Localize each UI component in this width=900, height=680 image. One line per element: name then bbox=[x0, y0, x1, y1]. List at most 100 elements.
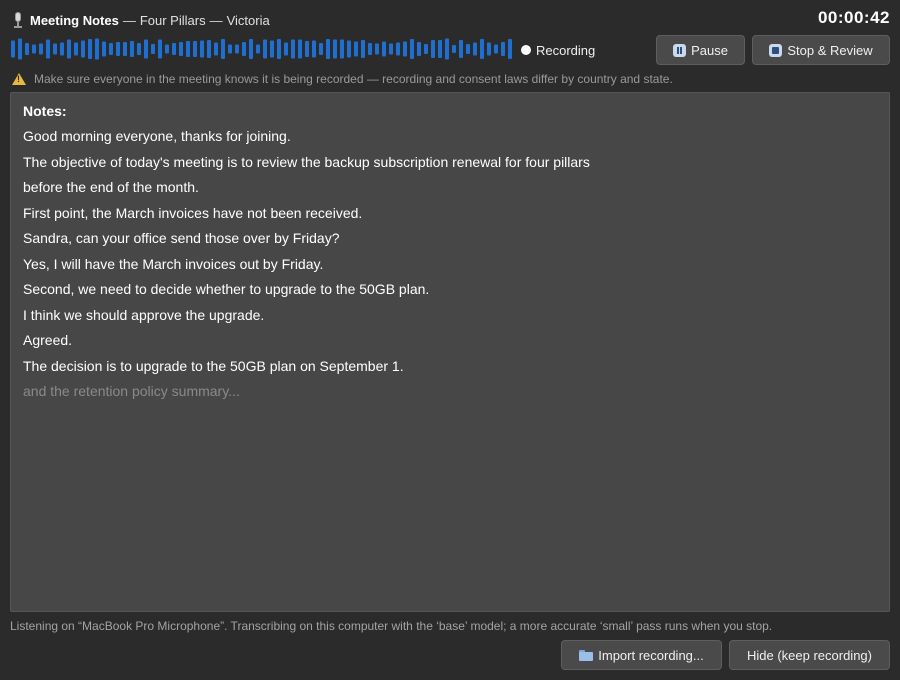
waveform-bar bbox=[431, 40, 435, 58]
waveform-bar bbox=[263, 39, 267, 59]
waveform-bar bbox=[312, 40, 316, 58]
window-title: Meeting Notes — Four Pillars — Victoria bbox=[12, 10, 270, 30]
waveform-bar bbox=[137, 43, 141, 55]
waveform-bar bbox=[172, 43, 176, 55]
waveform-bar bbox=[284, 42, 288, 56]
waveform-bar bbox=[333, 39, 337, 59]
waveform-bar bbox=[508, 39, 512, 59]
waveform-bar bbox=[60, 42, 64, 56]
pause-button[interactable]: Pause bbox=[656, 35, 745, 65]
notes-line: Sandra, can your office send those over … bbox=[23, 230, 340, 246]
waveform-bar bbox=[151, 44, 155, 54]
notes-line: I think we should approve the upgrade. bbox=[23, 306, 265, 323]
waveform-bar bbox=[11, 40, 15, 58]
waveform-bar bbox=[221, 39, 225, 59]
waveform-bar bbox=[186, 41, 190, 57]
notes-pending-text: and the retention policy summary... bbox=[23, 383, 240, 399]
waveform-bar bbox=[67, 39, 71, 59]
notes-label: Notes: bbox=[23, 103, 67, 119]
waveform-bar bbox=[438, 40, 442, 58]
waveform-bar bbox=[305, 41, 309, 57]
waveform-bar bbox=[130, 41, 134, 57]
waveform-bar bbox=[473, 42, 477, 56]
waveform-bar bbox=[102, 41, 106, 57]
waveform-bar bbox=[158, 39, 162, 59]
waveform-bar bbox=[347, 40, 351, 58]
waveform-bar bbox=[326, 39, 330, 59]
waveform-bar bbox=[452, 45, 456, 53]
notes-line: The decision is to upgrade to the 50GB p… bbox=[23, 357, 404, 374]
notes-line: Agreed. bbox=[23, 332, 73, 348]
waveform-bar bbox=[410, 39, 414, 59]
waveform-bar bbox=[214, 42, 218, 56]
waveform-bar bbox=[480, 39, 484, 59]
notes-line: Second, we need to decide whether to upg… bbox=[23, 281, 430, 297]
waveform-bar bbox=[81, 40, 85, 58]
waveform-bar bbox=[207, 40, 211, 58]
waveform-bar bbox=[501, 42, 505, 56]
waveform-bar bbox=[424, 44, 428, 54]
waveform-bar bbox=[95, 38, 99, 60]
waveform-bar bbox=[116, 42, 120, 56]
app-name: Meeting Notes bbox=[30, 12, 119, 28]
consent-warning-text: Make sure everyone in the meeting knows … bbox=[34, 72, 673, 86]
waveform-bar bbox=[291, 39, 295, 59]
hide-keep-recording-button[interactable]: Hide (keep recording) bbox=[729, 640, 890, 670]
waveform-bar bbox=[228, 44, 232, 54]
waveform-bar bbox=[396, 42, 400, 56]
audio-waveform bbox=[11, 38, 512, 60]
waveform-bar bbox=[179, 42, 183, 56]
waveform-bar bbox=[277, 39, 281, 59]
waveform-bar bbox=[25, 43, 29, 55]
pause-icon bbox=[673, 43, 687, 57]
recording-status-label: Recording bbox=[536, 42, 596, 58]
waveform-bar bbox=[242, 42, 246, 56]
waveform-bar bbox=[340, 39, 344, 59]
import-recording-button[interactable]: Import recording... bbox=[561, 640, 722, 670]
waveform-bar bbox=[445, 38, 449, 60]
notes-area[interactable]: Notes: Good morning everyone, thanks for… bbox=[10, 92, 890, 612]
recording-status: Recording bbox=[521, 42, 595, 58]
meeting-person: Victoria bbox=[226, 12, 270, 28]
recording-dot-icon bbox=[521, 45, 531, 55]
consent-warning: Make sure everyone in the meeting knows … bbox=[12, 71, 673, 87]
waveform-bar bbox=[256, 44, 260, 54]
waveform-bar bbox=[319, 43, 323, 55]
waveform-bar bbox=[403, 41, 407, 57]
hide-button-label: Hide (keep recording) bbox=[746, 647, 872, 663]
waveform-bar bbox=[235, 44, 239, 54]
meeting-name: Four Pillars bbox=[139, 12, 206, 28]
waveform-bar bbox=[270, 40, 274, 58]
waveform-bar bbox=[354, 41, 358, 57]
title-separator: — bbox=[122, 12, 136, 28]
waveform-bar bbox=[18, 38, 22, 60]
microphone-icon bbox=[12, 12, 24, 28]
notes-line: First point, the March invoices have not… bbox=[23, 204, 363, 221]
recording-timer: 00:00:42 bbox=[817, 8, 890, 27]
stop-icon bbox=[769, 43, 783, 57]
meeting-notes-window: Meeting Notes — Four Pillars — Victoria … bbox=[0, 0, 900, 680]
waveform-bar bbox=[53, 43, 57, 55]
waveform-bar bbox=[39, 43, 43, 55]
pause-button-label: Pause bbox=[691, 42, 728, 58]
stop-and-review-button[interactable]: Stop & Review bbox=[752, 35, 890, 65]
waveform-bar bbox=[74, 42, 78, 56]
waveform-bar bbox=[165, 44, 169, 54]
waveform-bar bbox=[88, 39, 92, 59]
waveform-bar bbox=[193, 41, 197, 57]
waveform-bar bbox=[466, 44, 470, 54]
waveform-bar bbox=[375, 43, 379, 55]
waveform-bar bbox=[200, 40, 204, 58]
microphone-info: Listening on “MacBook Pro Microphone”. T… bbox=[10, 619, 773, 633]
warning-icon bbox=[12, 73, 26, 85]
waveform-bar bbox=[361, 40, 365, 58]
waveform-bar bbox=[298, 39, 302, 59]
waveform-bar bbox=[368, 43, 372, 55]
notes-line: The objective of today's meeting is to r… bbox=[23, 153, 590, 170]
waveform-bar bbox=[249, 39, 253, 59]
stop-button-label: Stop & Review bbox=[787, 42, 873, 58]
waveform-bar bbox=[109, 43, 113, 55]
waveform-bar bbox=[487, 42, 491, 56]
waveform-bar bbox=[123, 42, 127, 56]
notes-line: before the end of the month. bbox=[23, 179, 199, 195]
